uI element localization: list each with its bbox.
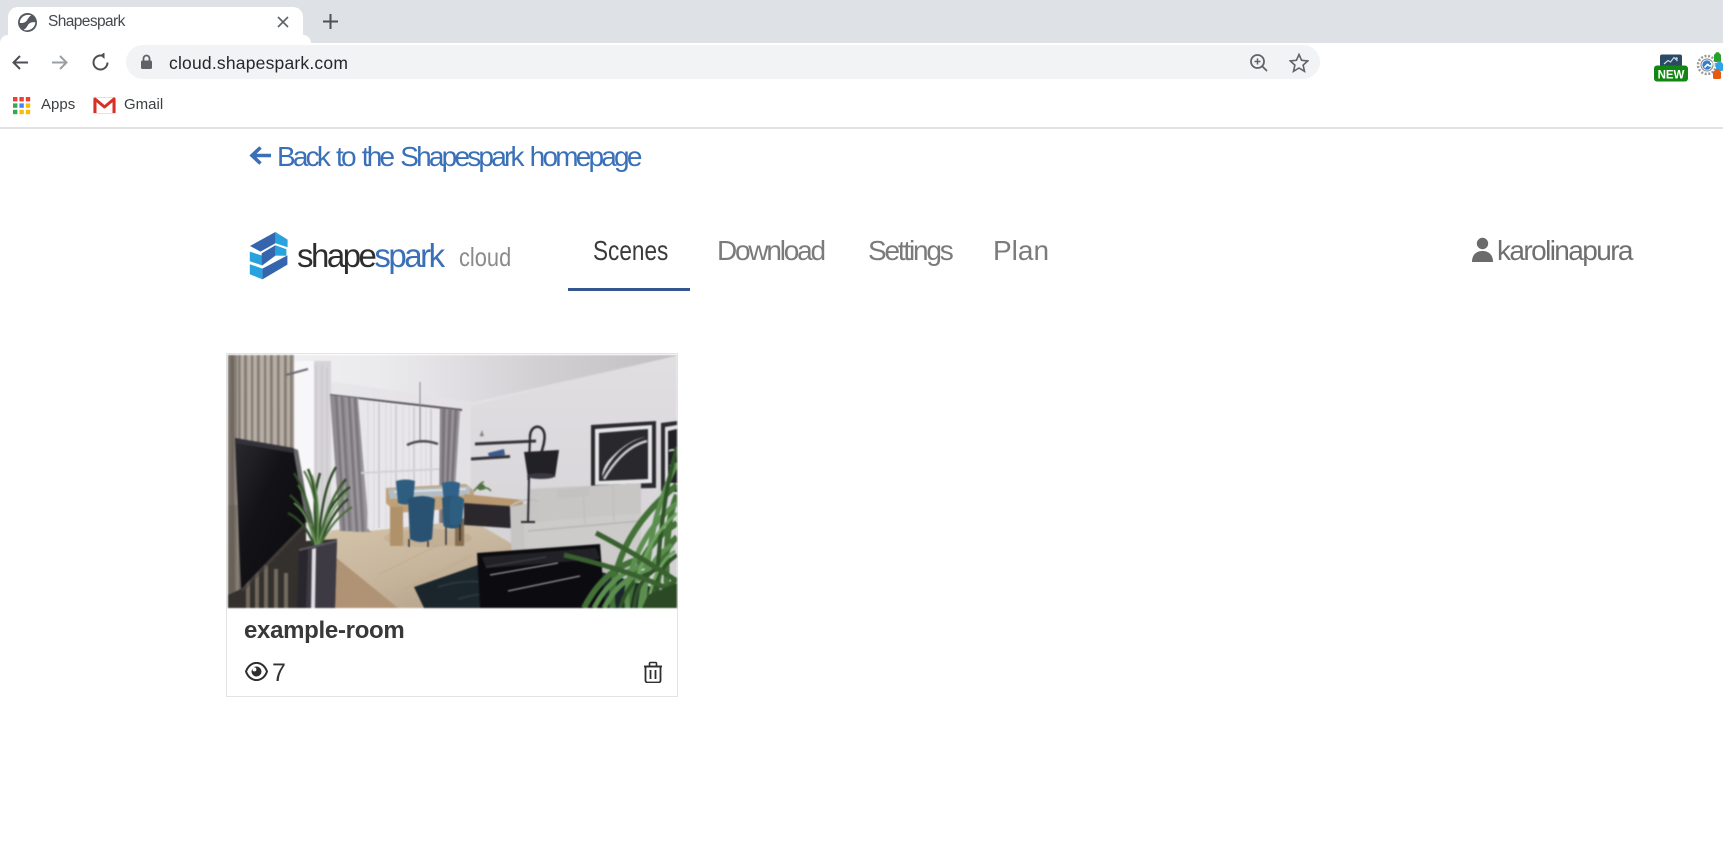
svg-text:NEW: NEW	[1658, 70, 1685, 82]
